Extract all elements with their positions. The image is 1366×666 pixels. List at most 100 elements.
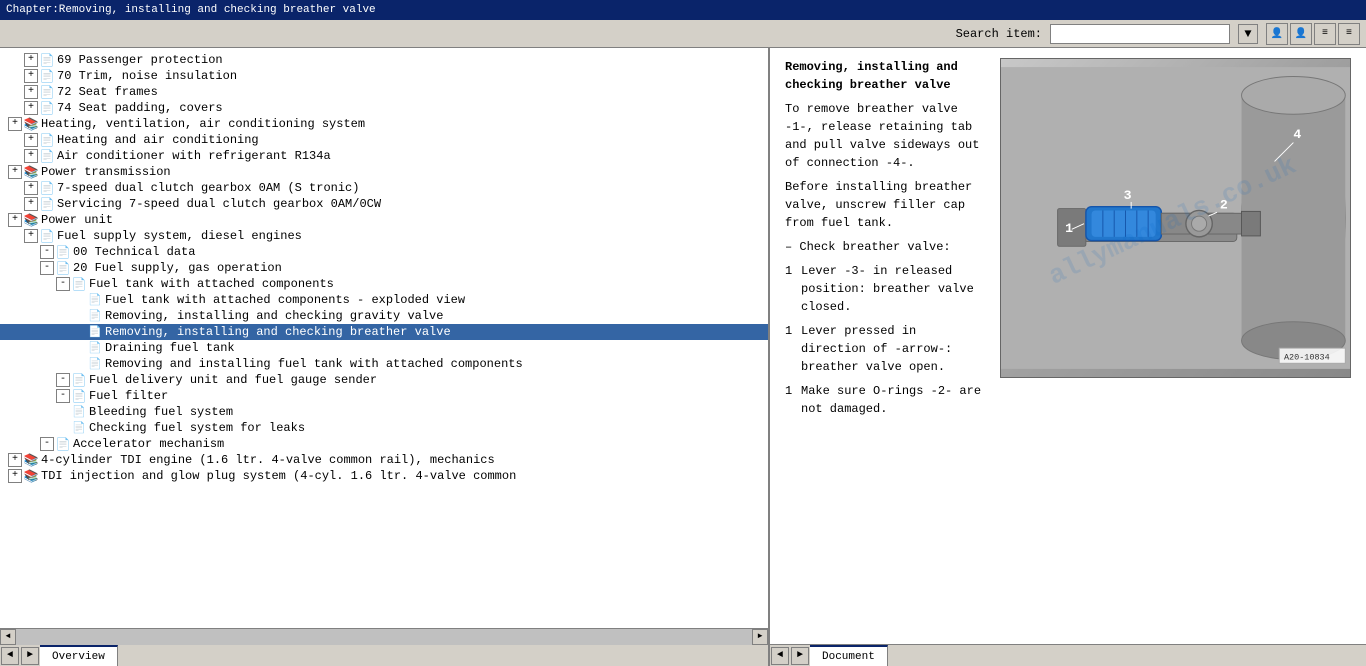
folder-icon: 📄: [39, 197, 55, 211]
tree-item[interactable]: -📄Accelerator mechanism: [0, 436, 768, 452]
folder-icon: 📄: [55, 261, 71, 275]
tree-item[interactable]: 📄Draining fuel tank: [0, 340, 768, 356]
tree-item-label: 69 Passenger protection: [57, 53, 223, 67]
tree-item[interactable]: +📄Fuel supply system, diesel engines: [0, 228, 768, 244]
toolbar-icons: 👤 👤 ≡ ≡: [1266, 23, 1360, 45]
expand-button[interactable]: -: [56, 277, 70, 291]
tree-item[interactable]: 📄Bleeding fuel system: [0, 404, 768, 420]
tree-item-label: 4-cylinder TDI engine (1.6 ltr. 4-valve …: [41, 453, 495, 467]
search-dropdown[interactable]: ▼: [1238, 24, 1258, 44]
tree-item[interactable]: -📄Fuel filter: [0, 388, 768, 404]
doc-title: Removing, installing and checking breath…: [785, 58, 985, 94]
expand-button[interactable]: +: [24, 181, 38, 195]
menu-icon-btn[interactable]: ≡: [1338, 23, 1360, 45]
tree-item[interactable]: 📄Removing, installing and checking breat…: [0, 324, 768, 340]
tree-item[interactable]: -📄00 Technical data: [0, 244, 768, 260]
nav-next-btn[interactable]: ►: [21, 647, 39, 665]
expand-button[interactable]: +: [24, 101, 38, 115]
tree-item[interactable]: +📄69 Passenger protection: [0, 52, 768, 68]
tree-item-label: Heating and air conditioning: [57, 133, 259, 147]
tree-item-label: Accelerator mechanism: [73, 437, 224, 451]
paragraph-text: Make sure O-rings -2- are not damaged.: [801, 382, 985, 418]
doc-paragraph: 1Lever -3- in released position: breathe…: [785, 262, 985, 316]
nav-doc-next-btn[interactable]: ►: [791, 647, 809, 665]
user2-icon-btn[interactable]: 👤: [1290, 23, 1312, 45]
expand-button[interactable]: -: [56, 389, 70, 403]
expand-button[interactable]: +: [8, 165, 22, 179]
tree-item[interactable]: +📄74 Seat padding, covers: [0, 100, 768, 116]
tree-item[interactable]: +📚Power transmission: [0, 164, 768, 180]
doc-paragraph: To remove breather valve -1-, release re…: [785, 100, 985, 172]
tab-overview[interactable]: Overview: [40, 645, 118, 666]
expand-button[interactable]: +: [24, 149, 38, 163]
nav-doc-prev-btn[interactable]: ◄: [771, 647, 789, 665]
nav-prev-btn[interactable]: ◄: [1, 647, 19, 665]
tree-item[interactable]: -📄Fuel delivery unit and fuel gauge send…: [0, 372, 768, 388]
folder-icon: 📄: [39, 149, 55, 163]
toolbar: Search item: ▼ 👤 👤 ≡ ≡: [0, 20, 1366, 48]
expand-button[interactable]: +: [24, 53, 38, 67]
tree-item[interactable]: -📄Fuel tank with attached components: [0, 276, 768, 292]
tree-item[interactable]: +📚Power unit: [0, 212, 768, 228]
tree-item[interactable]: +📄70 Trim, noise insulation: [0, 68, 768, 84]
hscroll-track-left[interactable]: [16, 629, 752, 645]
expand-button[interactable]: +: [8, 469, 22, 483]
hscroll-left[interactable]: ◄ ►: [0, 628, 768, 644]
list-marker: 1: [785, 262, 797, 316]
expand-button[interactable]: -: [40, 437, 54, 451]
expand-button[interactable]: +: [24, 133, 38, 147]
user-icon-btn[interactable]: 👤: [1266, 23, 1288, 45]
tree-item[interactable]: +📄Heating and air conditioning: [0, 132, 768, 148]
expand-button[interactable]: -: [40, 261, 54, 275]
tree-item[interactable]: +📄Air conditioner with refrigerant R134a: [0, 148, 768, 164]
svg-text:3: 3: [1124, 188, 1132, 203]
doc-paragraph: 1Lever pressed in direction of -arrow-: …: [785, 322, 985, 376]
tree-item[interactable]: +📚Heating, ventilation, air conditioning…: [0, 116, 768, 132]
tree-item[interactable]: +📄7-speed dual clutch gearbox 0AM (S tro…: [0, 180, 768, 196]
doc-icon: 📄: [72, 421, 86, 435]
tree-item[interactable]: 📄Checking fuel system for leaks: [0, 420, 768, 436]
bottom-right: ◄ ► Document: [770, 645, 1366, 666]
folder-icon: 📄: [71, 389, 87, 403]
tree-item-label: Fuel tank with attached components - exp…: [105, 293, 465, 307]
expand-button[interactable]: +: [8, 453, 22, 467]
hscroll-left-btn[interactable]: ◄: [0, 629, 16, 645]
list-marker: 1: [785, 382, 797, 418]
tree-item[interactable]: +📚4-cylinder TDI engine (1.6 ltr. 4-valv…: [0, 452, 768, 468]
folder-icon: 📄: [71, 277, 87, 291]
list-icon-btn[interactable]: ≡: [1314, 23, 1336, 45]
folder-icon: 📄: [39, 181, 55, 195]
expand-button[interactable]: -: [40, 245, 54, 259]
doc-content: Removing, installing and checking breath…: [770, 48, 1366, 644]
expand-button[interactable]: +: [24, 229, 38, 243]
folder-icon: 📚: [23, 117, 39, 131]
search-input[interactable]: [1050, 24, 1230, 44]
tree-item-label: 70 Trim, noise insulation: [57, 69, 237, 83]
expand-button[interactable]: +: [24, 69, 38, 83]
tree-item[interactable]: +📚TDI injection and glow plug system (4-…: [0, 468, 768, 484]
expand-button[interactable]: +: [8, 213, 22, 227]
folder-icon: 📚: [23, 453, 39, 467]
tab-document[interactable]: Document: [810, 645, 888, 666]
tree-item[interactable]: 📄Removing, installing and checking gravi…: [0, 308, 768, 324]
tree-item-label: Checking fuel system for leaks: [89, 421, 305, 435]
tree-item-label: Removing, installing and checking gravit…: [105, 309, 443, 323]
tree-container[interactable]: +📄69 Passenger protection+📄70 Trim, nois…: [0, 48, 768, 628]
svg-text:1: 1: [1065, 221, 1073, 236]
tree-item[interactable]: +📄72 Seat frames: [0, 84, 768, 100]
expand-button[interactable]: +: [24, 85, 38, 99]
hscroll-right-btn[interactable]: ►: [752, 629, 768, 645]
bottom-left: ◄ ► Overview: [0, 645, 770, 666]
doc-icon: 📄: [88, 325, 102, 339]
folder-icon: 📄: [39, 85, 55, 99]
expand-button[interactable]: -: [56, 373, 70, 387]
paragraph-text: Lever -3- in released position: breather…: [801, 262, 985, 316]
tree-item[interactable]: +📄Servicing 7-speed dual clutch gearbox …: [0, 196, 768, 212]
doc-paragraph: Before installing breather valve, unscre…: [785, 178, 985, 232]
tree-item[interactable]: 📄Removing and installing fuel tank with …: [0, 356, 768, 372]
tree-item[interactable]: -📄20 Fuel supply, gas operation: [0, 260, 768, 276]
doc-paragraph: – Check breather valve:: [785, 238, 985, 256]
expand-button[interactable]: +: [24, 197, 38, 211]
expand-button[interactable]: +: [8, 117, 22, 131]
tree-item[interactable]: 📄Fuel tank with attached components - ex…: [0, 292, 768, 308]
